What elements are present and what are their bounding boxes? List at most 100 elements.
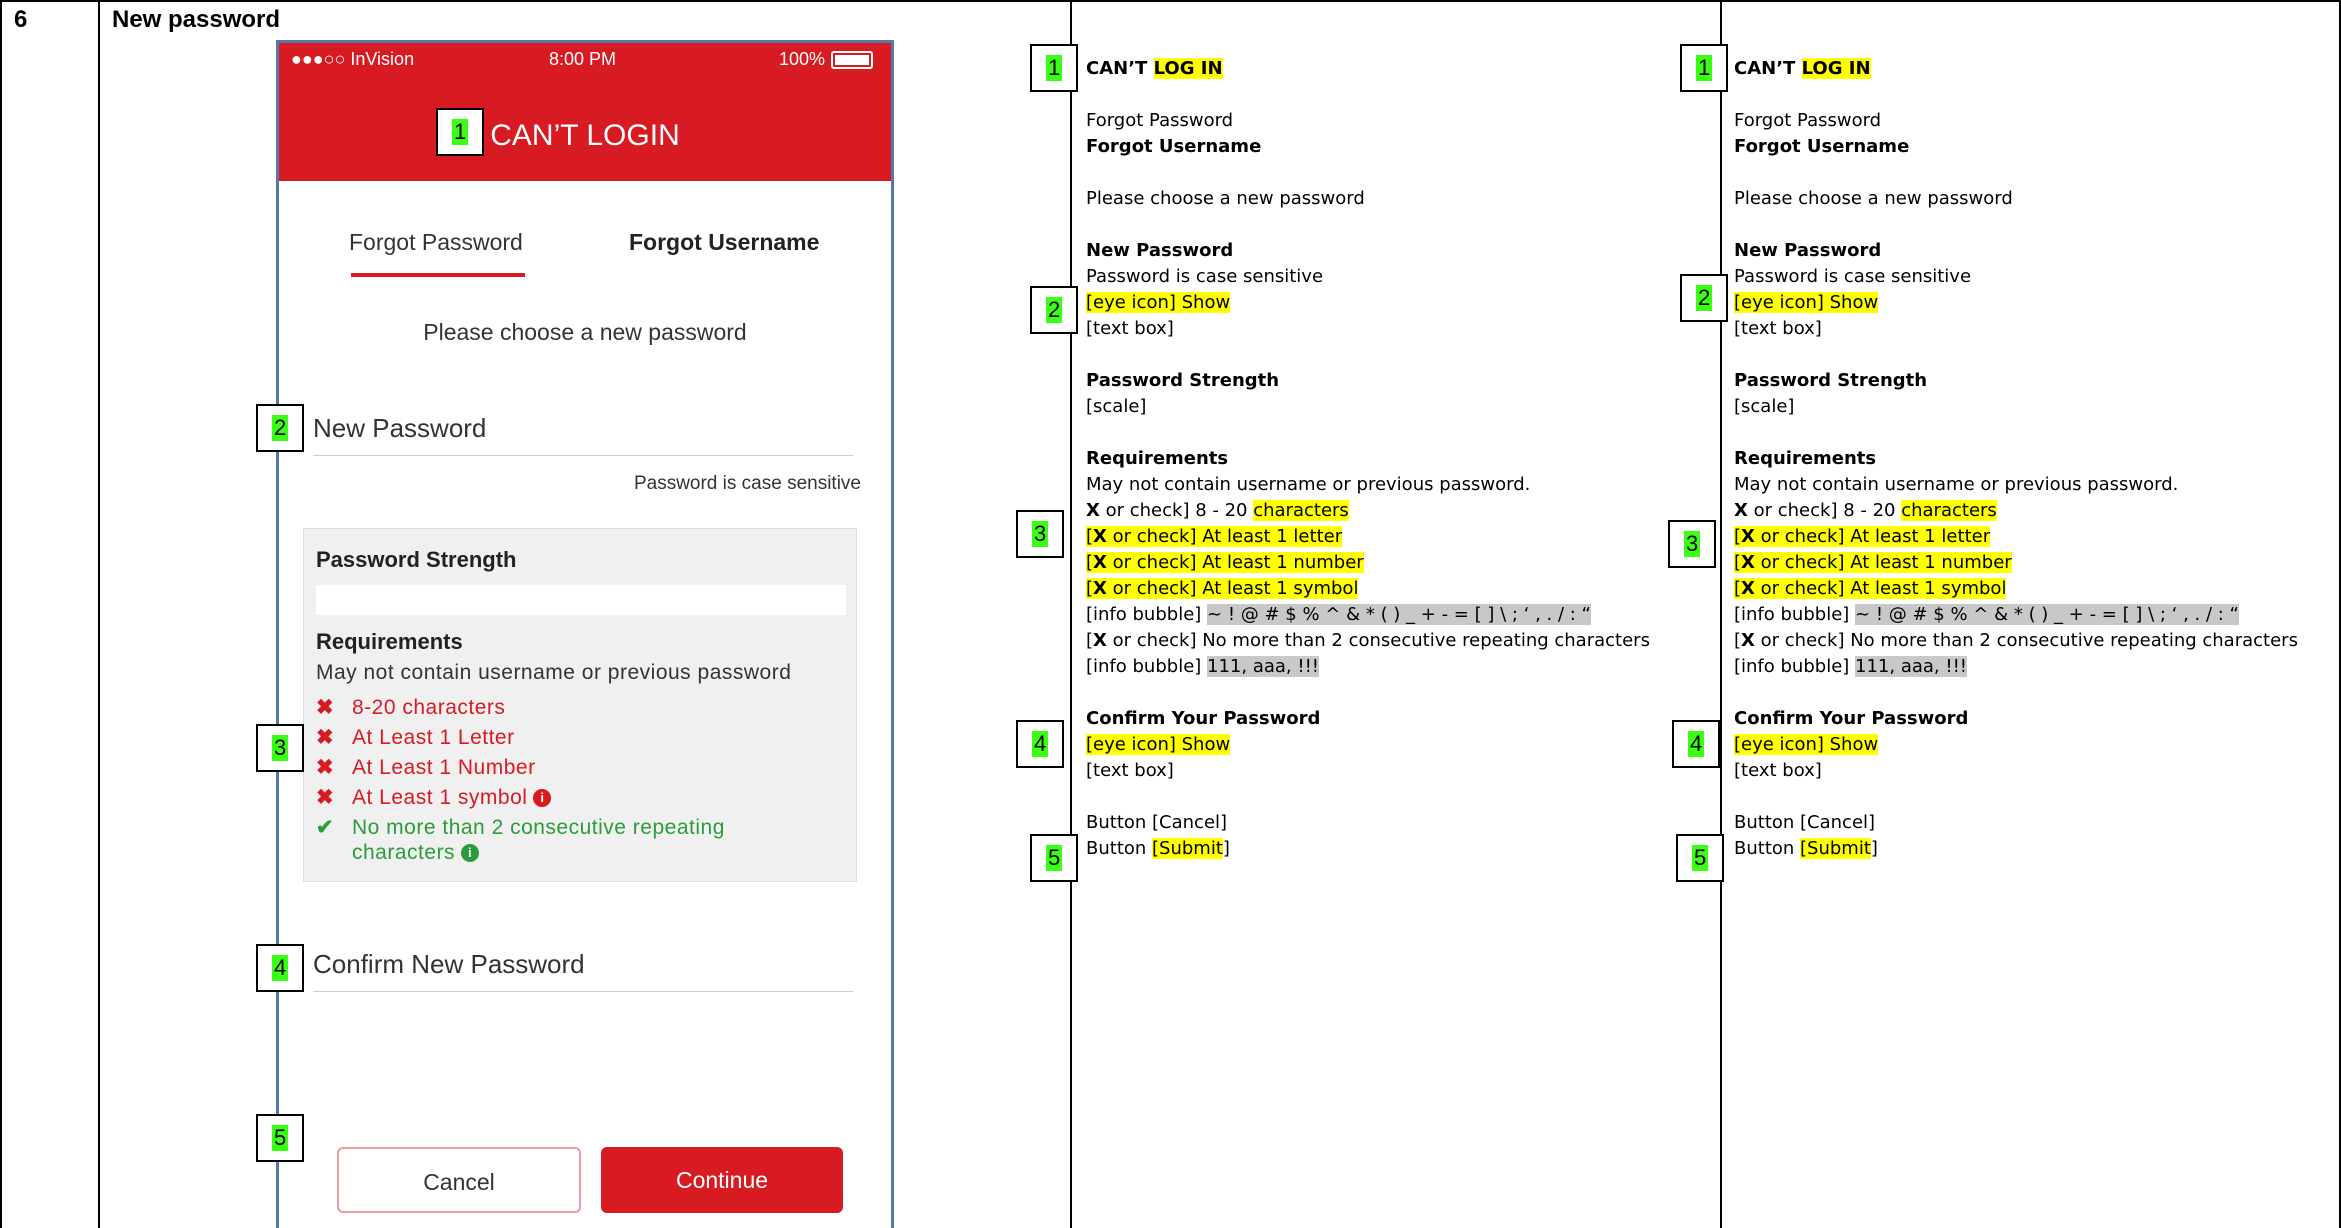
battery-percent: 100% (779, 49, 826, 69)
battery-icon (831, 51, 874, 70)
check-icon: ✔ (316, 816, 335, 839)
spec-text: or check] At least 1 symbol (1106, 578, 1359, 599)
requirement-text: No more than 2 consecutive repeating (352, 816, 725, 839)
cancel-button[interactable]: Cancel (337, 1147, 581, 1213)
spec-line: [X or check] No more than 2 consecutive … (1734, 628, 2298, 654)
new-password-field[interactable]: New Password (313, 413, 486, 444)
marker-number: 5 (1046, 845, 1063, 871)
spec-line: May not contain username or previous pas… (1086, 474, 1531, 495)
marker-number: 4 (1032, 731, 1049, 757)
spec-line: Button [Submit] (1734, 836, 2298, 862)
spec-text: [ (1086, 630, 1094, 651)
spec-line: Password Strength (1086, 368, 1650, 394)
spec-highlight: characters (1253, 500, 1349, 521)
column-divider (98, 0, 100, 1228)
spec-line: Forgot Password (1086, 110, 1234, 131)
spec-text: or check] No more than 2 consecutive rep… (1754, 630, 2298, 651)
spec-line: [info bubble] ~ ! @ # $ % ^ & * ( ) _ + … (1734, 602, 2298, 628)
spec-bold: Confirm Your Password (1086, 708, 1321, 729)
callout-marker: 3 (256, 724, 304, 772)
row-number: 6 (14, 6, 28, 33)
spec-text: or check] At least 1 number (1754, 552, 2012, 573)
spec-line: Password is case sensitive (1734, 266, 1972, 287)
callout-marker: 4 (256, 944, 304, 992)
callout-marker: 1 (1680, 44, 1728, 92)
spec-title: CAN’T LOG IN (1734, 56, 2298, 82)
spec-line: [text box] (1734, 760, 1822, 781)
info-icon[interactable]: i (461, 844, 480, 863)
requirements-description: May not contain username or previous pas… (316, 661, 792, 684)
callout-marker: 1 (436, 108, 484, 156)
spec-line: [info bubble] 111, aaa, !!! (1734, 654, 2298, 680)
spec-line: [text box] (1086, 318, 1174, 339)
password-strength-panel: Password Strength Requirements May not c… (303, 528, 857, 882)
spec-bold: Password Strength (1734, 370, 1928, 391)
spec-bold: X (1093, 630, 1107, 651)
callout-marker: 3 (1016, 510, 1064, 558)
callout-marker: 4 (1672, 720, 1720, 768)
spec-line: [X or check] No more than 2 consecutive … (1086, 628, 1650, 654)
spec-bold: X (1093, 552, 1107, 573)
spec-highlight: [Submit (1800, 838, 1871, 859)
spec-text: [info bubble] (1086, 604, 1208, 625)
case-sensitive-note: Password is case sensitive (633, 473, 861, 494)
info-icon[interactable]: i (533, 789, 552, 808)
spec-bold: Password Strength (1086, 370, 1280, 391)
spec-gray: ~ ! @ # $ % ^ & * ( ) _ + - = [ ] \ ; ‘ … (1855, 604, 2239, 625)
callout-marker: 2 (1030, 286, 1078, 334)
spec-text: ] (1222, 838, 1230, 859)
callout-marker: 5 (256, 1114, 304, 1162)
row-title: New password (112, 6, 281, 33)
spec-text: [ (1086, 526, 1094, 547)
callout-marker: 5 (1676, 834, 1724, 882)
spec-line: [text box] (1734, 318, 1822, 339)
spec-text: Button (1086, 838, 1153, 859)
spec-line: X or check] 8 - 20 characters (1734, 498, 2298, 524)
continue-button[interactable]: Continue (601, 1147, 843, 1213)
spec-line: Confirm Your Password (1734, 706, 2298, 732)
tab-forgot-password[interactable]: Forgot Password (349, 229, 523, 256)
spec-bold: Requirements (1086, 448, 1229, 469)
spec-line: [X or check] At least 1 number (1734, 550, 2298, 576)
spec-line: May not contain username or previous pas… (1734, 474, 2179, 495)
spec-line: [eye icon] Show (1734, 732, 2298, 758)
spec-line: Requirements (1734, 446, 2298, 472)
requirement-text: 8-20 characters (352, 696, 506, 719)
spec-line: Please choose a new password (1086, 188, 1365, 209)
spec-text: [ (1086, 578, 1094, 599)
spec-line: Password is case sensitive (1086, 266, 1324, 287)
tab-forgot-username[interactable]: Forgot Username (629, 229, 819, 256)
confirm-password-field[interactable]: Confirm New Password (313, 949, 585, 980)
marker-number: 5 (272, 1125, 289, 1151)
spec-text: Button (1734, 838, 1801, 859)
spec-column: CAN’T LOG IN Forgot Password Forgot User… (1086, 56, 1650, 862)
spec-title-part: CAN’T (1086, 58, 1154, 79)
strength-title: Password Strength (316, 547, 517, 572)
spec-line: [eye icon] Show (1086, 290, 1650, 316)
callout-marker: 5 (1030, 834, 1078, 882)
status-carrier: ●●●○○ InVision (291, 49, 415, 69)
spec-text: [info bubble] (1734, 604, 1856, 625)
spec-line: [X or check] At least 1 letter (1086, 524, 1650, 550)
spec-line: Forgot Username (1086, 134, 1650, 160)
spec-highlight: characters (1901, 500, 1997, 521)
marker-number: 1 (1046, 55, 1063, 81)
requirement-text: characters (352, 841, 456, 864)
spec-text: [ (1734, 526, 1742, 547)
marker-number: 5 (1692, 845, 1709, 871)
spec-bold: New Password (1086, 240, 1234, 261)
requirements-title: Requirements (316, 629, 463, 654)
spec-text: or check] At least 1 letter (1106, 526, 1343, 547)
spec-line: [scale] (1086, 396, 1147, 417)
spec-text: [ (1734, 578, 1742, 599)
spec-line: [X or check] At least 1 letter (1734, 524, 2298, 550)
requirement-item: ✖ 8-20 characters (316, 695, 505, 720)
spec-line: Button [Cancel] (1086, 812, 1228, 833)
spec-highlight: [Submit (1152, 838, 1223, 859)
requirement-item-continued: characters i (352, 841, 480, 865)
spec-text: or check] 8 - 20 (1099, 500, 1254, 521)
requirement-item: ✖ At Least 1 Letter (316, 725, 515, 750)
spec-line: Password Strength (1734, 368, 2298, 394)
spec-bold: X (1093, 578, 1107, 599)
spec-highlight: [eye icon] Show (1086, 292, 1231, 313)
